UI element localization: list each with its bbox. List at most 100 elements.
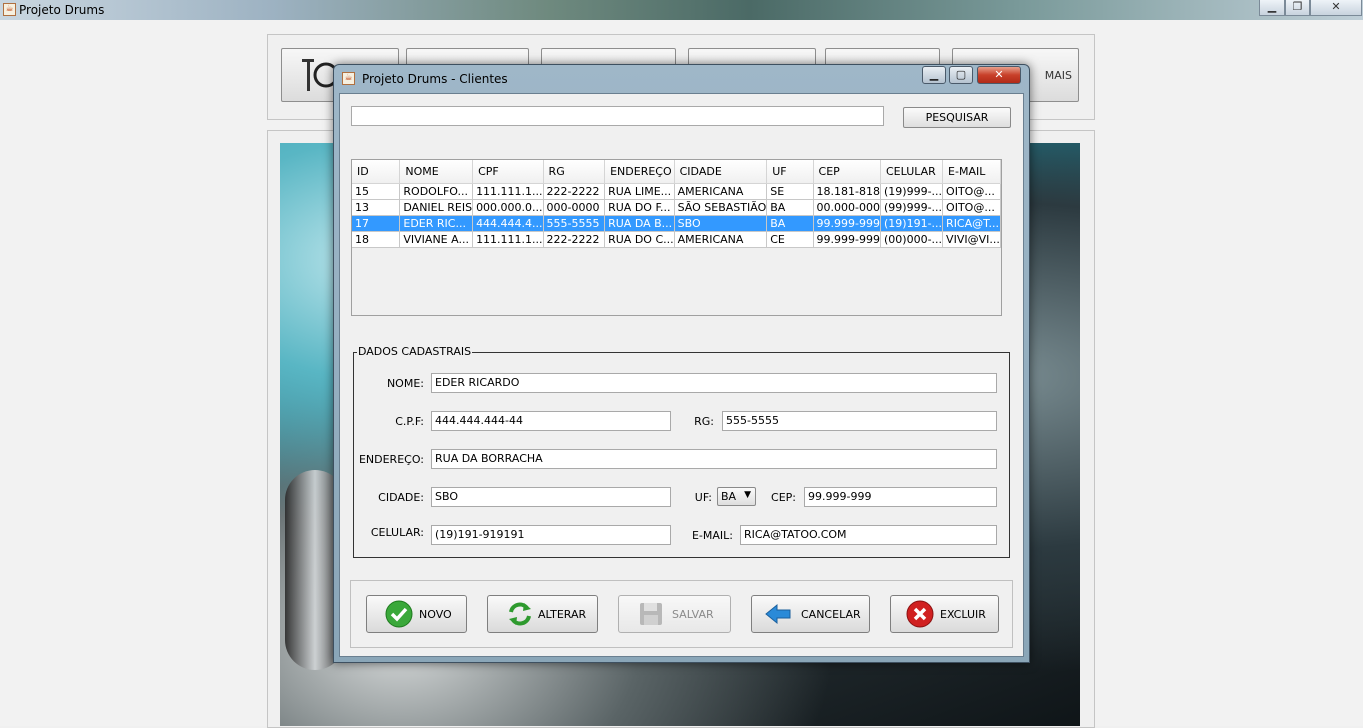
nome-field[interactable]: EDER RICARDO (431, 373, 997, 393)
close-icon[interactable]: ✕ (1310, 0, 1362, 16)
column-header[interactable]: CEP (813, 160, 882, 184)
table-cell: 111.111.1... (472, 231, 544, 248)
uf-select[interactable]: BA ▼ (717, 487, 756, 506)
table-cell: RODOLFO... (399, 183, 474, 200)
table-cell: (99)999-... (880, 199, 944, 216)
celular-label: CELULAR: (370, 526, 424, 539)
dialog-maximize-icon[interactable]: ▢ (949, 66, 973, 84)
nome-label: NOME: (386, 377, 424, 390)
table-cell: RUA LIME... (604, 183, 675, 200)
table-cell: OITO@... (942, 199, 1001, 216)
table-cell: 000.000.0... (472, 199, 544, 216)
salvar-label: SALVAR (672, 608, 714, 621)
table-cell: BA (766, 215, 814, 232)
table-cell: 555-5555 (543, 215, 606, 232)
table-cell: 222-2222 (543, 183, 606, 200)
column-header[interactable]: ID (352, 160, 401, 184)
table-row[interactable]: 18 VIVIANE A... 111.111.1... 222-2222 RUA DO… (352, 231, 1001, 248)
rg-label: RG: (694, 415, 714, 428)
main-window-title: Projeto Drums (19, 3, 105, 17)
table-cell: RUA DA B... (604, 215, 675, 232)
search-input[interactable] (351, 106, 884, 126)
cpf-field[interactable]: 444.444.444-44 (431, 411, 671, 431)
dados-cadastrais-fieldset: DADOS CADASTRAIS NOME: EDER RICARDO C.P.… (353, 345, 1010, 558)
check-icon (385, 600, 413, 628)
endereco-field[interactable]: RUA DA BORRACHA (431, 449, 997, 469)
clients-table[interactable]: ID NOME CPF RG ENDEREÇO CIDADE UF CEP CELULAR E-M… (351, 159, 1002, 316)
arrow-left-icon (765, 603, 791, 625)
main-titlebar: ☕ Projeto Drums ▁ ❐ ✕ (0, 0, 1363, 20)
rg-field[interactable]: 555-5555 (722, 411, 997, 431)
chevron-down-icon: ▼ (744, 490, 751, 500)
cidade-field[interactable]: SBO (431, 487, 671, 507)
table-cell: RUA DO C... (604, 231, 675, 248)
dialog-titlebar[interactable]: ☕ Projeto Drums - Clientes ▁ ▢ ✕ (334, 65, 1029, 93)
cidade-label: CIDADE: (378, 491, 424, 504)
email-field[interactable]: RICA@TATOO.COM (740, 525, 997, 545)
table-cell: EDER RIC... (399, 215, 474, 232)
endereco-label: ENDEREÇO: (358, 453, 424, 466)
table-cell: 17 (352, 215, 401, 232)
column-header[interactable]: E-MAIL (942, 160, 1001, 184)
table-cell: VIVIANE A... (399, 231, 474, 248)
dialog-close-icon[interactable]: ✕ (977, 66, 1021, 84)
excluir-button[interactable]: EXCLUIR (890, 595, 999, 633)
delete-icon (906, 600, 934, 628)
table-cell: RICA@T... (942, 215, 1001, 232)
dialog-body: PESQUISAR ID NOME CPF RG ENDEREÇO CIDADE UF CEP… (339, 93, 1024, 657)
celular-field[interactable]: (19)191-919191 (431, 525, 671, 545)
cancelar-button[interactable]: CANCELAR (751, 595, 870, 633)
table-cell: 222-2222 (543, 231, 606, 248)
cep-field[interactable]: 99.999-999 (804, 487, 997, 507)
java-cup-icon: ☕ (3, 3, 16, 16)
more-label: MAIS (1044, 69, 1072, 82)
table-row[interactable]: 15 RODOLFO... 111.111.1... 222-2222 RUA LIME… (352, 183, 1001, 200)
table-cell: 18.181-818 (813, 183, 882, 200)
table-cell: 000-0000 (543, 199, 606, 216)
table-cell: 00.000-000 (813, 199, 882, 216)
table-cell: SBO (674, 215, 768, 232)
column-header[interactable]: ENDEREÇO (604, 160, 675, 184)
table-cell: (19)999-... (880, 183, 944, 200)
table-cell: 111.111.1... (472, 183, 544, 200)
table-cell: AMERICANA (674, 183, 768, 200)
email-label: E-MAIL: (691, 529, 733, 542)
column-header[interactable]: RG (543, 160, 606, 184)
restore-icon[interactable]: ❐ (1285, 0, 1310, 16)
table-cell: OITO@... (942, 183, 1001, 200)
drumstick-icon (302, 59, 338, 91)
novo-button[interactable]: NOVO (366, 595, 467, 633)
table-row[interactable]: 17 EDER RIC... 444.444.4... 555-5555 RUA DA … (352, 215, 1001, 232)
dialog-minimize-icon[interactable]: ▁ (922, 66, 946, 84)
alterar-label: ALTERAR (538, 608, 587, 621)
table-cell: AMERICANA (674, 231, 768, 248)
table-cell: BA (766, 199, 814, 216)
alterar-button[interactable]: ALTERAR (487, 595, 598, 633)
table-cell: 15 (352, 183, 401, 200)
dialog-title: Projeto Drums - Clientes (362, 72, 508, 86)
actions-panel: NOVO ALTERAR SALVAR CANCELAR EXCLUIR (350, 580, 1013, 648)
table-cell: SÃO SEBASTIÃO (674, 199, 768, 216)
table-cell: 13 (352, 199, 401, 216)
column-header[interactable]: CPF (472, 160, 544, 184)
uf-label: UF: (694, 491, 712, 504)
column-header[interactable]: CELULAR (880, 160, 944, 184)
table-cell: 99.999-999 (813, 215, 882, 232)
novo-label: NOVO (419, 608, 452, 621)
column-header[interactable]: UF (766, 160, 814, 184)
java-cup-icon: ☕ (342, 72, 355, 85)
excluir-label: EXCLUIR (940, 608, 986, 621)
search-button[interactable]: PESQUISAR (903, 107, 1011, 128)
floppy-disk-icon (640, 603, 662, 625)
column-header[interactable]: CIDADE (674, 160, 768, 184)
cpf-label: C.P.F: (395, 415, 424, 428)
table-cell: RUA DO F... (604, 199, 675, 216)
table-row[interactable]: 13 DANIEL REIS 000.000.0... 000-0000 RUA DO … (352, 199, 1001, 216)
minimize-icon[interactable]: ▁ (1259, 0, 1285, 16)
clientes-dialog: ☕ Projeto Drums - Clientes ▁ ▢ ✕ PESQUIS… (333, 64, 1030, 663)
table-cell: (00)000-... (880, 231, 944, 248)
table-cell: 444.444.4... (472, 215, 544, 232)
salvar-button[interactable]: SALVAR (618, 595, 731, 633)
column-header[interactable]: NOME (399, 160, 474, 184)
cep-label: CEP: (771, 491, 796, 504)
